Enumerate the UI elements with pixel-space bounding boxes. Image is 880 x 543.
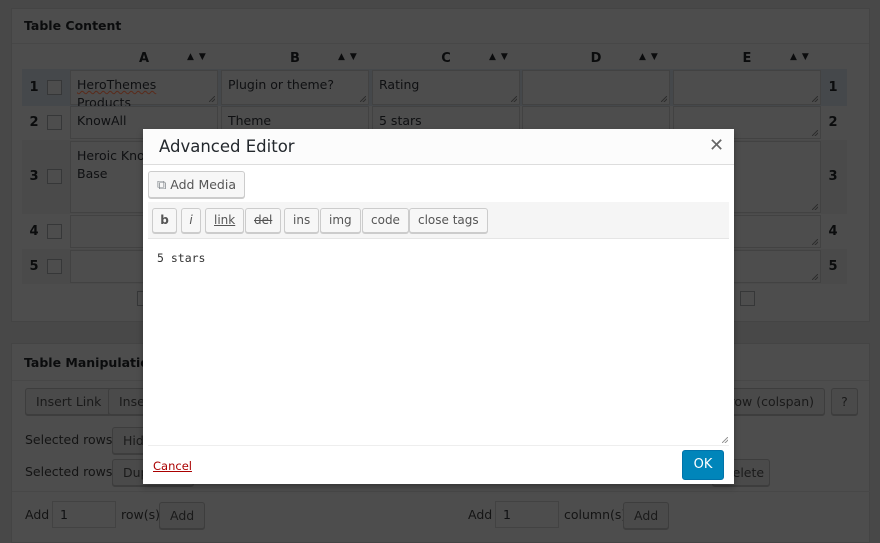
resize-handle[interactable] — [722, 437, 728, 443]
sort-up-icon[interactable]: ▲ — [338, 52, 350, 62]
column-checkbox[interactable] — [740, 291, 755, 306]
sort-up-icon[interactable]: ▲ — [790, 52, 802, 62]
ins-button[interactable]: ins — [284, 208, 320, 233]
sort-arrows: ▲▼ — [187, 52, 211, 62]
cell-text: Plugin or theme? — [228, 77, 335, 92]
cell-textarea[interactable]: HeroThemes Products — [70, 70, 218, 110]
add-label: Add — [468, 507, 493, 522]
bold-button[interactable]: b — [152, 208, 177, 233]
row-checkbox[interactable] — [47, 79, 62, 95]
insert-link-button[interactable]: Insert Link — [25, 388, 113, 415]
row-number: 4 — [828, 223, 838, 239]
advanced-editor-dialog: Advanced Editor ✕ ⧉ Add Media b i link d… — [143, 129, 734, 484]
row-number: 2 — [828, 114, 838, 130]
row-number: 5 — [29, 258, 39, 274]
row-number: 1 — [29, 79, 39, 95]
media-icon: ⧉ — [157, 178, 167, 193]
cell-text: Rating — [379, 77, 420, 92]
close-tags-button[interactable]: close tags — [409, 208, 488, 233]
help-button[interactable]: ? — [831, 388, 858, 415]
add-media-button[interactable]: ⧉ Add Media — [148, 171, 245, 198]
cell-text: Theme — [228, 113, 272, 128]
quicktags-toolbar: b i link del ins img code close tags — [148, 202, 729, 239]
row-number: 3 — [828, 169, 838, 184]
sort-up-icon[interactable]: ▲ — [639, 52, 651, 62]
dialog-title: Advanced Editor — [159, 137, 295, 156]
add-columns-input[interactable]: 1 — [495, 501, 559, 528]
del-button[interactable]: del — [245, 208, 282, 233]
row-checkbox[interactable] — [47, 169, 62, 184]
sort-up-icon[interactable]: ▲ — [187, 52, 199, 62]
sort-arrows: ▲▼ — [639, 52, 663, 62]
sort-down-icon[interactable]: ▼ — [501, 52, 513, 62]
ok-button[interactable]: OK — [682, 450, 724, 480]
cell-textarea[interactable] — [673, 70, 821, 105]
add-label: Add — [25, 507, 50, 522]
selected-rows-label: Selected rows: — [25, 464, 117, 479]
sort-down-icon[interactable]: ▼ — [802, 52, 814, 62]
sort-arrows: ▲▼ — [489, 52, 513, 62]
row-number: 3 — [29, 169, 39, 184]
cell-text: 5 stars — [379, 113, 422, 128]
row-number: 4 — [29, 223, 39, 239]
link-button[interactable]: link — [205, 208, 245, 233]
dialog-header: Advanced Editor ✕ — [143, 129, 734, 165]
cancel-link[interactable]: Cancel — [153, 459, 192, 473]
sort-arrows: ▲▼ — [790, 52, 814, 62]
cell-textarea[interactable] — [522, 70, 670, 105]
sort-up-icon[interactable]: ▲ — [489, 52, 501, 62]
spelling-error: HeroThemes — [77, 77, 157, 92]
add-columns-button[interactable]: Add — [623, 502, 670, 529]
code-button[interactable]: code — [362, 208, 409, 233]
add-media-label: Add Media — [170, 177, 236, 192]
sort-arrows: ▲▼ — [338, 52, 362, 62]
sort-down-icon[interactable]: ▼ — [651, 52, 663, 62]
close-icon[interactable]: ✕ — [709, 135, 724, 156]
sort-down-icon[interactable]: ▼ — [350, 52, 362, 62]
row-checkbox[interactable] — [47, 258, 62, 274]
selected-rows-label: Selected rows: — [25, 432, 117, 447]
panel-title: Table Content — [24, 18, 122, 33]
img-button[interactable]: img — [320, 208, 361, 233]
rows-unit-label: row(s) — [121, 507, 161, 522]
italic-button[interactable]: i — [181, 208, 201, 233]
editor-textarea[interactable]: 5 stars — [148, 239, 729, 446]
columns-unit-label: column(s) — [564, 507, 627, 522]
divider — [12, 43, 869, 44]
cell-textarea[interactable]: Plugin or theme? — [221, 70, 369, 105]
panel-title: Table Manipulation — [24, 355, 158, 370]
row-checkbox[interactable] — [47, 114, 62, 130]
row-number: 1 — [828, 79, 838, 95]
sort-down-icon[interactable]: ▼ — [199, 52, 211, 62]
divider — [12, 491, 870, 492]
row-number: 2 — [29, 114, 39, 130]
cell-text: KnowAll — [77, 113, 127, 128]
row-number: 5 — [828, 258, 838, 274]
add-rows-input[interactable]: 1 — [52, 501, 116, 528]
cell-textarea[interactable]: Rating — [372, 70, 520, 105]
row-checkbox[interactable] — [47, 223, 62, 239]
add-rows-button[interactable]: Add — [159, 502, 206, 529]
